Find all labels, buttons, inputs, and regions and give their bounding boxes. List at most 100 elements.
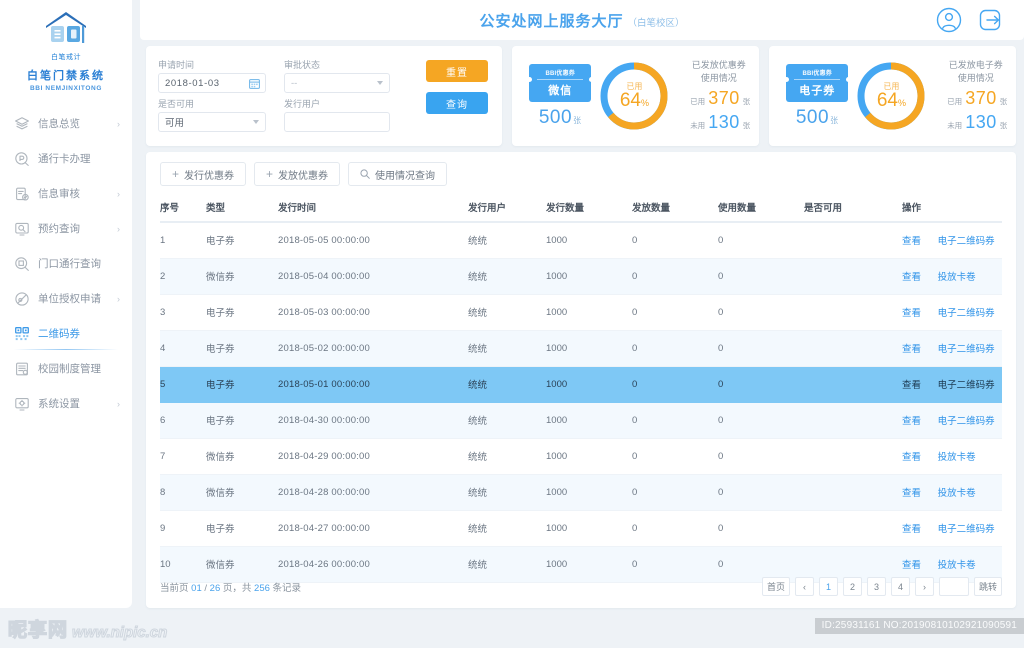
sidebar-item-label: 二维码券	[38, 328, 80, 340]
grant-coupon-button[interactable]: + 发放优惠券	[254, 162, 341, 186]
cell-available	[804, 294, 902, 331]
reset-button[interactable]: 重置	[426, 60, 488, 82]
usage-used-value: 370	[708, 88, 740, 108]
sidebar-item-5[interactable]: 单位授权申请 ›	[0, 281, 132, 316]
view-link[interactable]: 查看	[902, 416, 921, 427]
table-row[interactable]: 6 电子券 2018-04-30 00:00:00 统统 1000 0 0 查看…	[160, 402, 1002, 439]
chevron-right-icon: ›	[117, 223, 120, 234]
watermark-url-text: www.nipic.cn	[72, 624, 168, 641]
view-link[interactable]: 查看	[902, 344, 921, 355]
logout-arrow-icon[interactable]	[978, 7, 1004, 33]
sidebar-item-1[interactable]: 通行卡办理	[0, 141, 132, 176]
sidebar-item-4[interactable]: 门口通行查询	[0, 246, 132, 281]
page-number-3[interactable]: 3	[867, 577, 886, 596]
page-jump-input[interactable]	[939, 577, 969, 596]
cell-operations: 查看 电子二维码券	[902, 402, 1002, 439]
action-link[interactable]: 电子二维码券	[938, 308, 995, 319]
query-button[interactable]: 查询	[426, 92, 488, 114]
cell-used: 0	[718, 258, 804, 295]
usage-used-unit: 张	[742, 97, 751, 106]
filter-available-select[interactable]: 可用	[158, 112, 266, 132]
view-link[interactable]: 查看	[902, 272, 921, 283]
view-link[interactable]: 查看	[902, 560, 921, 571]
usage-query-button[interactable]: 使用情况查询	[348, 162, 448, 186]
page-number-2[interactable]: 2	[843, 577, 862, 596]
table-row[interactable]: 7 微信券 2018-04-29 00:00:00 统统 1000 0 0 查看…	[160, 438, 1002, 475]
usage-unused-value: 130	[708, 112, 740, 132]
filter-apply-time-value: 2018-01-03	[165, 77, 220, 89]
action-link[interactable]: 投放卡卷	[938, 560, 976, 571]
user-circle-icon[interactable]	[936, 7, 962, 33]
filter-issue-user-label: 发行用户	[284, 99, 321, 109]
action-link[interactable]: 电子二维码券	[938, 344, 995, 355]
action-link[interactable]: 电子二维码券	[938, 380, 995, 391]
watermark-id-badge: ID:25931161 NO:20190810102921090591	[814, 618, 1024, 634]
usage-used-label: 已用	[690, 97, 706, 106]
page-prev-button[interactable]: ‹	[795, 577, 814, 596]
action-link[interactable]: 投放卡卷	[938, 488, 976, 499]
action-link[interactable]: 电子二维码券	[938, 416, 995, 427]
calendar-icon[interactable]	[249, 78, 260, 89]
sidebar-item-0[interactable]: 信息总览 ›	[0, 106, 132, 141]
cell-issued: 1000	[546, 510, 632, 547]
cell-used: 0	[718, 402, 804, 439]
sidebar-item-3[interactable]: 预约查询 ›	[0, 211, 132, 246]
filter-approval-status-group: 审批状态 --	[284, 56, 390, 93]
page-first-button[interactable]: 首页	[762, 577, 790, 596]
sidebar: 白笔戒计 白笔门禁系统 BBI NEMJINXITONG 信息总览 › 通行卡办…	[0, 0, 132, 608]
issue-coupon-button[interactable]: + 发行优惠券	[160, 162, 247, 186]
document-rules-icon	[13, 360, 30, 377]
gate-search-icon	[13, 255, 30, 272]
view-link[interactable]: 查看	[902, 236, 921, 247]
table-row[interactable]: 5 电子券 2018-05-01 00:00:00 统统 1000 0 0 查看…	[160, 366, 1002, 403]
view-link[interactable]: 查看	[902, 380, 921, 391]
usage-summary: 已发放电子券 使用情况 已用 370 张 未用 130 张	[935, 59, 1016, 133]
search-icon	[360, 169, 370, 179]
pagination-prefix: 当前页	[160, 582, 189, 594]
cell-used: 0	[718, 330, 804, 367]
view-link[interactable]: 查看	[902, 524, 921, 535]
filter-apply-time-input[interactable]: 2018-01-03	[158, 73, 266, 93]
page-number-4[interactable]: 4	[891, 577, 910, 596]
usage-used-unit: 张	[999, 97, 1008, 106]
pagination-info: 当前页 01 / 26 页，共 256 条记录	[160, 580, 301, 594]
page-next-button[interactable]: ›	[915, 577, 934, 596]
page-number-1[interactable]: 1	[819, 577, 838, 596]
cell-type: 电子券	[206, 222, 278, 259]
chevron-right-icon: ›	[117, 398, 120, 409]
pagination-current-page: 01	[191, 582, 202, 594]
cell-user: 统统	[468, 258, 546, 295]
table-row[interactable]: 4 电子券 2018-05-02 00:00:00 统统 1000 0 0 查看…	[160, 330, 1002, 367]
view-link[interactable]: 查看	[902, 488, 921, 499]
view-link[interactable]: 查看	[902, 308, 921, 319]
table-row[interactable]: 1 电子券 2018-05-05 00:00:00 统统 1000 0 0 查看…	[160, 222, 1002, 259]
table-header-row: 序号 类型 发行时间 发行用户 发行数量 发放数量 使用数量 是否可用 操作	[160, 196, 1002, 223]
table-row[interactable]: 9 电子券 2018-04-27 00:00:00 统统 1000 0 0 查看…	[160, 510, 1002, 547]
card-pass-icon	[13, 150, 30, 167]
filter-issue-user-input[interactable]	[284, 112, 390, 132]
sidebar-nav: 信息总览 › 通行卡办理 信息审核 › 预约查询 › 门口通行查询 单位授权申请…	[0, 106, 132, 421]
cell-granted: 0	[632, 438, 718, 475]
sidebar-item-6[interactable]: 二维码券	[0, 316, 132, 351]
table-row[interactable]: 8 微信券 2018-04-28 00:00:00 统统 1000 0 0 查看…	[160, 474, 1002, 511]
action-link[interactable]: 电子二维码券	[938, 236, 995, 247]
sidebar-item-7[interactable]: 校园制度管理	[0, 351, 132, 386]
action-link[interactable]: 投放卡卷	[938, 452, 976, 463]
table-col-header-4: 发行数量	[546, 196, 632, 223]
page-jump-button[interactable]: 跳转	[974, 577, 1002, 596]
badge-auth-icon	[13, 290, 30, 307]
chevron-down-icon	[377, 81, 383, 85]
cell-no: 7	[160, 438, 206, 475]
cell-type: 电子券	[206, 510, 278, 547]
cell-operations: 查看 电子二维码券	[902, 330, 1002, 367]
sidebar-item-2[interactable]: 信息审核 ›	[0, 176, 132, 211]
table-row[interactable]: 2 微信券 2018-05-04 00:00:00 统统 1000 0 0 查看…	[160, 258, 1002, 295]
cell-user: 统统	[468, 330, 546, 367]
table-row[interactable]: 3 电子券 2018-05-03 00:00:00 统统 1000 0 0 查看…	[160, 294, 1002, 331]
filter-approval-status-select[interactable]: --	[284, 73, 390, 93]
view-link[interactable]: 查看	[902, 452, 921, 463]
action-link[interactable]: 电子二维码券	[938, 524, 995, 535]
sidebar-item-8[interactable]: 系统设置 ›	[0, 386, 132, 421]
cell-no: 2	[160, 258, 206, 295]
action-link[interactable]: 投放卡卷	[938, 272, 976, 283]
